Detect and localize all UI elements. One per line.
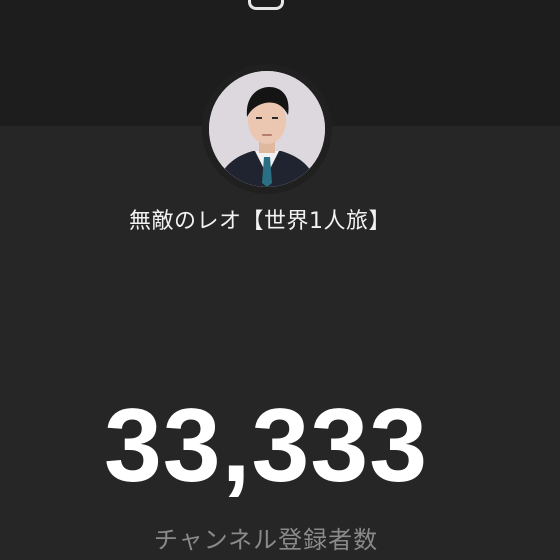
avatar-portrait-icon — [209, 71, 325, 187]
subscriber-counter-screen: 無敵のレオ【世界1人旅】 33,333 チャンネル登録者数 — [0, 0, 560, 560]
subscriber-count: 33,333 — [103, 388, 429, 504]
channel-name: 無敵のレオ【世界1人旅】 — [129, 209, 391, 234]
subscriber-count-label: チャンネル登録者数 — [153, 526, 379, 554]
channel-avatar[interactable] — [209, 71, 325, 187]
share-icon[interactable] — [248, 0, 284, 10]
